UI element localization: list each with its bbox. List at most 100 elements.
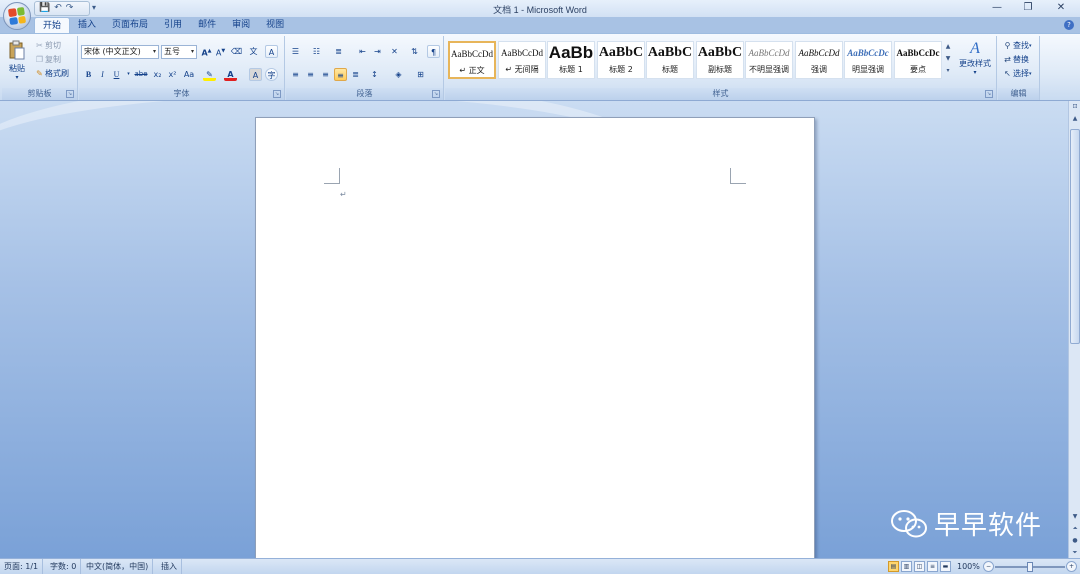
style-title[interactable]: AaBbC 标题 (646, 41, 694, 79)
tab-review[interactable]: 审阅 (224, 17, 258, 33)
change-styles-icon: A (970, 40, 980, 57)
scroll-down-icon[interactable]: ▼ (1070, 511, 1080, 522)
grow-font-button[interactable]: A▲ (200, 45, 213, 58)
tab-page-layout[interactable]: 页面布局 (104, 17, 156, 33)
show-marks-icon[interactable]: ¶ (427, 45, 440, 58)
italic-button[interactable]: I (96, 68, 109, 81)
bullets-icon[interactable]: ☰ (289, 45, 302, 58)
tab-mailings[interactable]: 邮件 (190, 17, 224, 33)
char-border-button[interactable]: A (265, 45, 278, 58)
superscript-button[interactable]: x² (166, 68, 179, 81)
full-screen-view-icon[interactable]: ▥ (901, 561, 912, 572)
zoom-slider-knob[interactable] (1027, 562, 1033, 572)
sort-icon[interactable]: ⇅ (408, 45, 421, 58)
status-word-count[interactable]: 字数: 0 (46, 559, 82, 574)
styles-launcher-icon[interactable]: ↘ (985, 90, 993, 98)
save-icon[interactable]: 💾 (39, 4, 50, 13)
minimize-button[interactable]: — (982, 1, 1012, 15)
styles-scroll[interactable]: ▲ ▼ ▾ (944, 41, 952, 79)
copy-button[interactable]: ❐ 复制 (32, 53, 63, 66)
subscript-button[interactable]: x₂ (151, 68, 164, 81)
shading-icon[interactable]: ◈ (392, 68, 405, 81)
status-page[interactable]: 页面: 1/1 (0, 559, 44, 574)
font-name-combo[interactable]: 宋体 (中文正文) ▾ (81, 45, 159, 59)
align-right-icon[interactable]: ≡ (319, 68, 332, 81)
replace-button[interactable]: ⇄ 替换 (1000, 53, 1031, 66)
style-heading-1[interactable]: AaBb 标题 1 (547, 41, 595, 79)
font-group-label: 字体 (79, 88, 284, 100)
find-button[interactable]: ⚲ 查找 ▾ (1000, 39, 1034, 52)
print-layout-view-icon[interactable]: ▤ (888, 561, 899, 572)
scroll-up-icon[interactable]: ▲ (1070, 113, 1080, 124)
strikethrough-button[interactable]: abe (133, 68, 149, 81)
phonetic-guide-icon[interactable]: 文 (247, 45, 260, 58)
paste-button[interactable]: 粘贴 ▾ (6, 40, 28, 81)
style-normal[interactable]: AaBbCcDd ↵ 正文 (448, 41, 496, 79)
paste-icon (9, 40, 25, 60)
shrink-font-button[interactable]: A▼ (214, 45, 227, 58)
clear-format-icon[interactable]: ⌫ (230, 45, 243, 58)
undo-icon[interactable]: ↶ (54, 4, 62, 13)
previous-page-icon[interactable]: ⏶ (1070, 523, 1080, 534)
cut-button[interactable]: ✂ 剪切 (32, 39, 63, 52)
tab-home[interactable]: 开始 (34, 17, 71, 33)
decrease-indent-icon[interactable]: ⇤ (356, 45, 369, 58)
status-language[interactable]: 中文(简体，中国) (82, 559, 154, 574)
font-size-combo[interactable]: 五号 ▾ (161, 45, 197, 59)
style-heading-2[interactable]: AaBbC 标题 2 (597, 41, 645, 79)
justify-icon[interactable]: ≡ (334, 68, 347, 81)
distributed-icon[interactable]: ≣ (349, 68, 362, 81)
style-strong[interactable]: AaBbCcDc 要点 (894, 41, 942, 79)
style-subtle-emphasis[interactable]: AaBbCcDd 不明显强调 (745, 41, 793, 79)
increase-indent-icon[interactable]: ⇥ (371, 45, 384, 58)
vertical-scrollbar[interactable]: ⊡ ▲ ▼ ⏶ ● ⏷ (1068, 101, 1080, 558)
align-left-icon[interactable]: ≡ (289, 68, 302, 81)
style-intense-emphasis[interactable]: AaBbCcDc 明显强调 (844, 41, 892, 79)
customize-qat-icon[interactable]: ▾ (92, 3, 96, 12)
browse-object-icon[interactable]: ● (1070, 535, 1080, 546)
borders-icon[interactable]: ⊞ (414, 68, 427, 81)
select-button[interactable]: ↖ 选择 ▾ (1000, 67, 1034, 80)
web-layout-view-icon[interactable]: ◫ (914, 561, 925, 572)
paragraph-launcher-icon[interactable]: ↘ (432, 90, 440, 98)
bold-button[interactable]: B (82, 68, 95, 81)
style-name: 要点 (910, 65, 926, 74)
zoom-in-icon[interactable]: + (1066, 561, 1077, 572)
office-button[interactable] (3, 2, 31, 30)
help-icon[interactable]: ? (1064, 20, 1074, 30)
tab-view[interactable]: 视图 (258, 17, 292, 33)
format-painter-button[interactable]: ✎ 格式刷 (32, 67, 71, 80)
outline-view-icon[interactable]: ≡ (927, 561, 938, 572)
close-button[interactable]: ✕ (1046, 1, 1076, 15)
zoom-out-icon[interactable]: − (983, 561, 994, 572)
change-case-button[interactable]: Aa (181, 68, 197, 81)
document-workspace: ↵ (0, 101, 1068, 558)
zoom-level[interactable]: 100% (953, 559, 984, 574)
enclose-char-button[interactable]: 字 (265, 68, 278, 81)
chinese-layout-icon[interactable]: ✕ (388, 45, 401, 58)
multilevel-list-icon[interactable]: ≣ (332, 45, 345, 58)
next-page-icon[interactable]: ⏷ (1070, 547, 1080, 558)
status-insert-mode[interactable]: 插入 (157, 559, 182, 574)
numbering-icon[interactable]: ☷ (310, 45, 323, 58)
line-spacing-icon[interactable]: ↕ (368, 68, 381, 81)
font-launcher-icon[interactable]: ↘ (273, 90, 281, 98)
scroll-thumb[interactable] (1070, 129, 1080, 344)
style-no-spacing[interactable]: AaBbCcDd ↵ 无间隔 (498, 41, 546, 79)
char-shading-button[interactable]: A (249, 68, 262, 81)
tab-references[interactable]: 引用 (156, 17, 190, 33)
draft-view-icon[interactable]: ▬ (940, 561, 951, 572)
style-subtitle[interactable]: AaBbC 副标题 (696, 41, 744, 79)
align-center-icon[interactable]: ≡ (304, 68, 317, 81)
highlight-icon[interactable]: ✎ (203, 68, 216, 81)
style-emphasis[interactable]: AaBbCcDd 强调 (795, 41, 843, 79)
clipboard-launcher-icon[interactable]: ↘ (66, 90, 74, 98)
restore-button[interactable]: ❐ (1013, 1, 1043, 15)
font-color-button[interactable]: A (224, 68, 237, 81)
document-page[interactable]: ↵ (255, 117, 815, 558)
change-styles-button[interactable]: A 更改样式 ▾ (955, 40, 995, 76)
ruler-toggle-icon[interactable]: ⊡ (1070, 101, 1080, 112)
style-sample: AaBbC (598, 45, 644, 60)
tab-insert[interactable]: 插入 (70, 17, 104, 33)
redo-icon[interactable]: ↷ (66, 4, 74, 13)
